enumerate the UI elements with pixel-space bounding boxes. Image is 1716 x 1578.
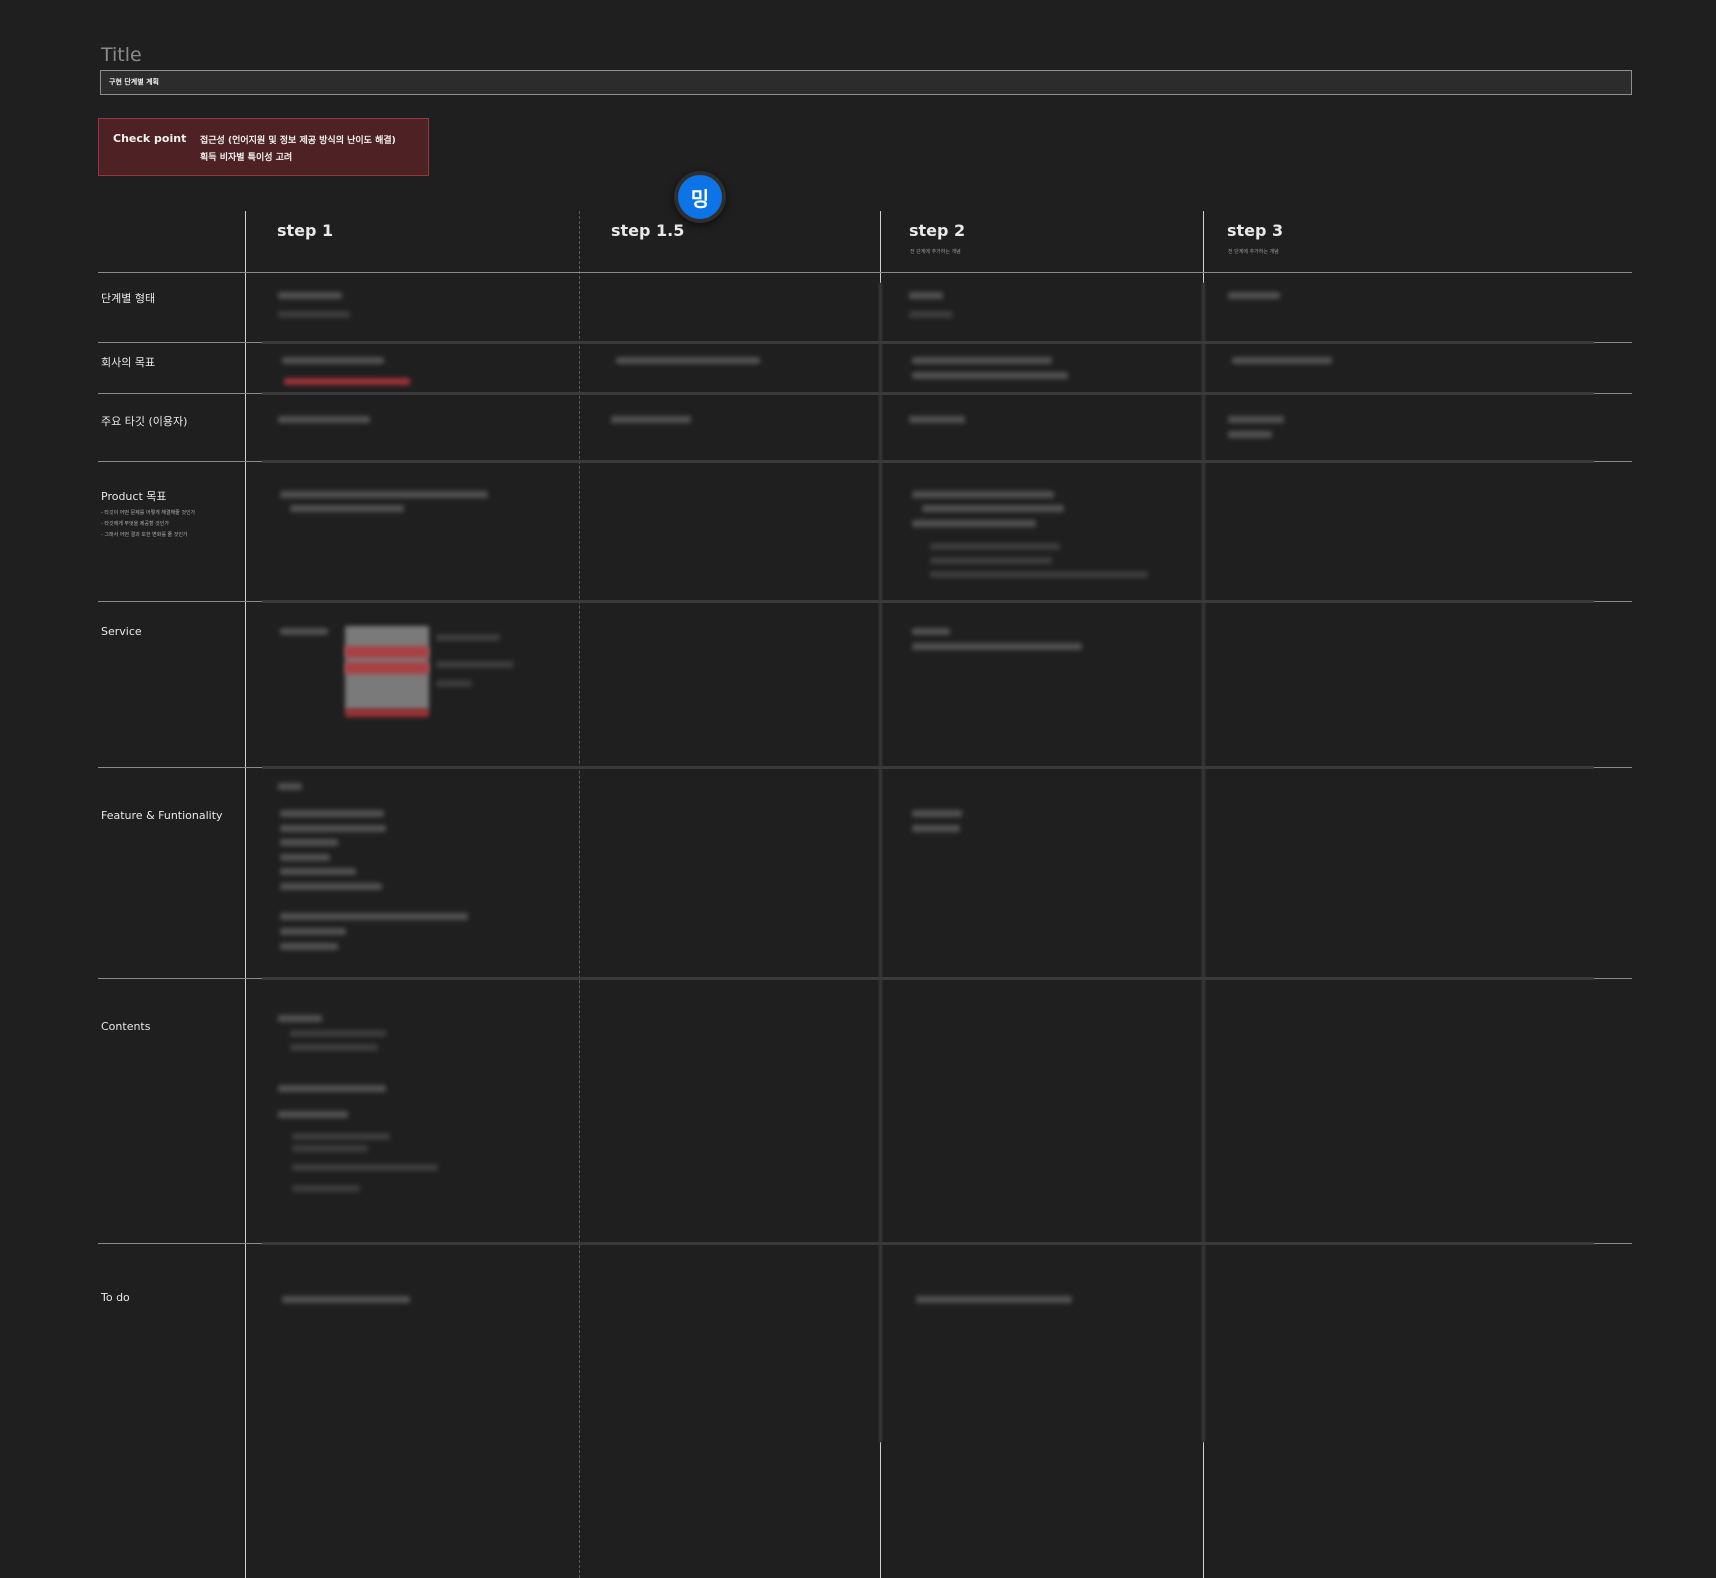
- product-goal-note: - 타깃이 어떤 문제를 어떻게 해결해줄 것인가: [101, 510, 196, 516]
- step-note: 전 단계에 추가하는 개념: [910, 249, 961, 255]
- avatar-initial: 밍: [678, 175, 722, 219]
- checkpoint-line: 획득 비자별 특이성 고려: [200, 153, 293, 163]
- column-divider: [1203, 1442, 1204, 1578]
- row-divider: [262, 460, 1594, 463]
- row-divider: [262, 392, 1594, 395]
- product-goal-note: - 그래서 어떤 결과 또한 변화를 줄 것인가: [101, 532, 188, 538]
- row-divider: [1594, 978, 1632, 979]
- row-divider: [98, 393, 262, 394]
- checkpoint-line: 접근성 (언어지원 및 정보 제공 방식의 난이도 해결): [200, 136, 396, 146]
- header-divider: [98, 272, 1632, 273]
- column-divider: [879, 283, 882, 1442]
- row-divider: [98, 767, 262, 768]
- row-label-todo: To do: [101, 1291, 130, 1304]
- column-divider: [880, 1442, 881, 1578]
- column-divider: [245, 211, 246, 1578]
- row-divider: [262, 341, 1594, 344]
- row-divider: [262, 977, 1594, 980]
- subtitle-bar[interactable]: 구현 단계별 계획: [100, 70, 1632, 95]
- step-header: step 3: [1227, 221, 1284, 240]
- row-divider: [98, 342, 262, 343]
- row-divider: [1594, 461, 1632, 462]
- row-divider: [98, 978, 262, 979]
- column-divider: [579, 211, 581, 1578]
- row-label-target-users: 주요 타깃 (이용자): [101, 415, 188, 428]
- row-label-stage-form: 단계별 형태: [101, 292, 156, 305]
- user-avatar[interactable]: 밍: [674, 171, 726, 223]
- step-header: step 2: [909, 221, 966, 240]
- row-divider: [98, 601, 262, 602]
- row-label-contents: Contents: [101, 1020, 151, 1033]
- row-divider: [1594, 1243, 1632, 1244]
- step-header: step 1.5: [611, 221, 685, 240]
- row-label-company-goal: 회사의 목표: [101, 356, 156, 369]
- row-divider: [1594, 393, 1632, 394]
- row-label-product-goal: Product 목표: [101, 490, 167, 503]
- row-label-feature: Feature & Funtionality: [101, 809, 223, 822]
- row-divider: [98, 1243, 262, 1244]
- row-divider: [1594, 767, 1632, 768]
- step-note: 전 단계에 추가하는 개념: [1228, 249, 1279, 255]
- subtitle-text: 구현 단계별 계획: [109, 78, 159, 86]
- column-divider: [1202, 283, 1205, 1442]
- row-divider: [262, 1242, 1594, 1245]
- page-title: Title: [101, 44, 142, 66]
- product-goal-note: - 타깃에게 무엇을 제공할 것인가: [101, 521, 169, 527]
- row-divider: [262, 600, 1594, 603]
- row-divider: [1594, 342, 1632, 343]
- step-header: step 1: [277, 221, 334, 240]
- row-divider: [98, 461, 262, 462]
- row-label-service: Service: [101, 625, 142, 638]
- checkpoint-label: Check point: [113, 132, 187, 145]
- checkpoint-box: Check point 접근성 (언어지원 및 정보 제공 방식의 난이도 해결…: [98, 118, 429, 176]
- row-divider: [262, 766, 1594, 769]
- row-divider: [1594, 601, 1632, 602]
